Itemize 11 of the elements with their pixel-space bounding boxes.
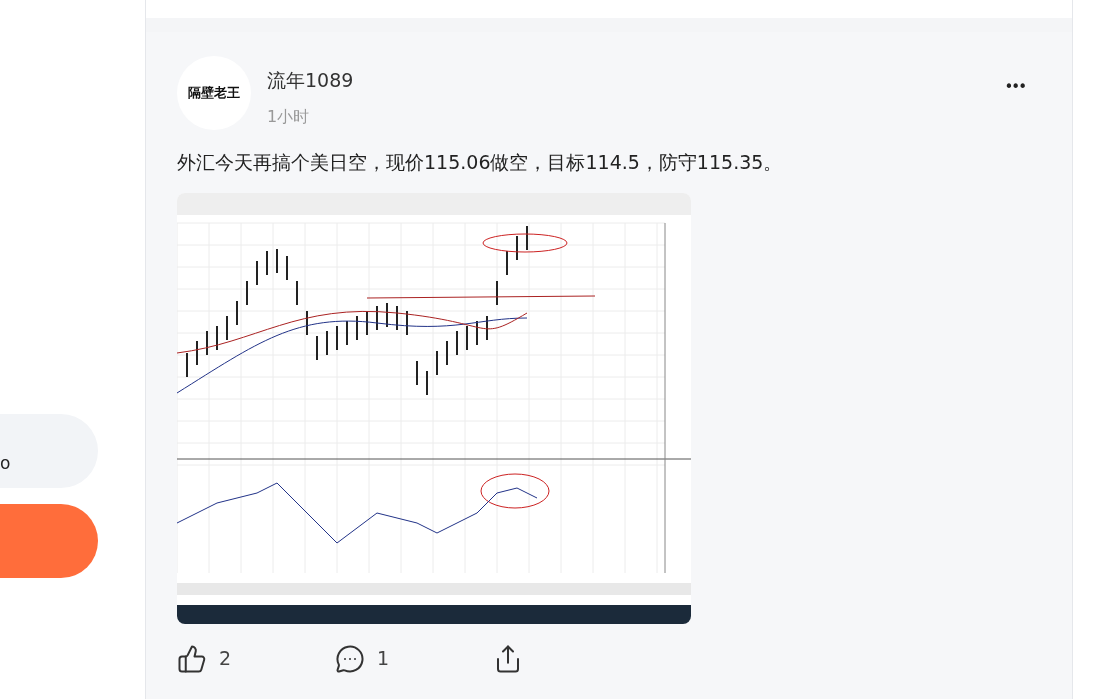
post-text: 外汇今天再搞个美日空，现价115.06做空，目标114.5，防守115.35。 (177, 150, 784, 175)
secondary-button[interactable]: o (0, 414, 98, 488)
author-name[interactable]: 流年1089 (267, 66, 354, 95)
comment-button[interactable]: 1 (335, 643, 493, 674)
speech-bubble-icon (335, 643, 365, 674)
thumbs-up-icon (177, 643, 207, 674)
primary-button[interactable] (0, 504, 98, 578)
more-button[interactable]: ••• (1004, 76, 1025, 99)
avatar: 隔壁老王 (177, 56, 251, 130)
like-button[interactable]: 2 (177, 643, 335, 674)
post-time: 1小时 (267, 105, 311, 128)
